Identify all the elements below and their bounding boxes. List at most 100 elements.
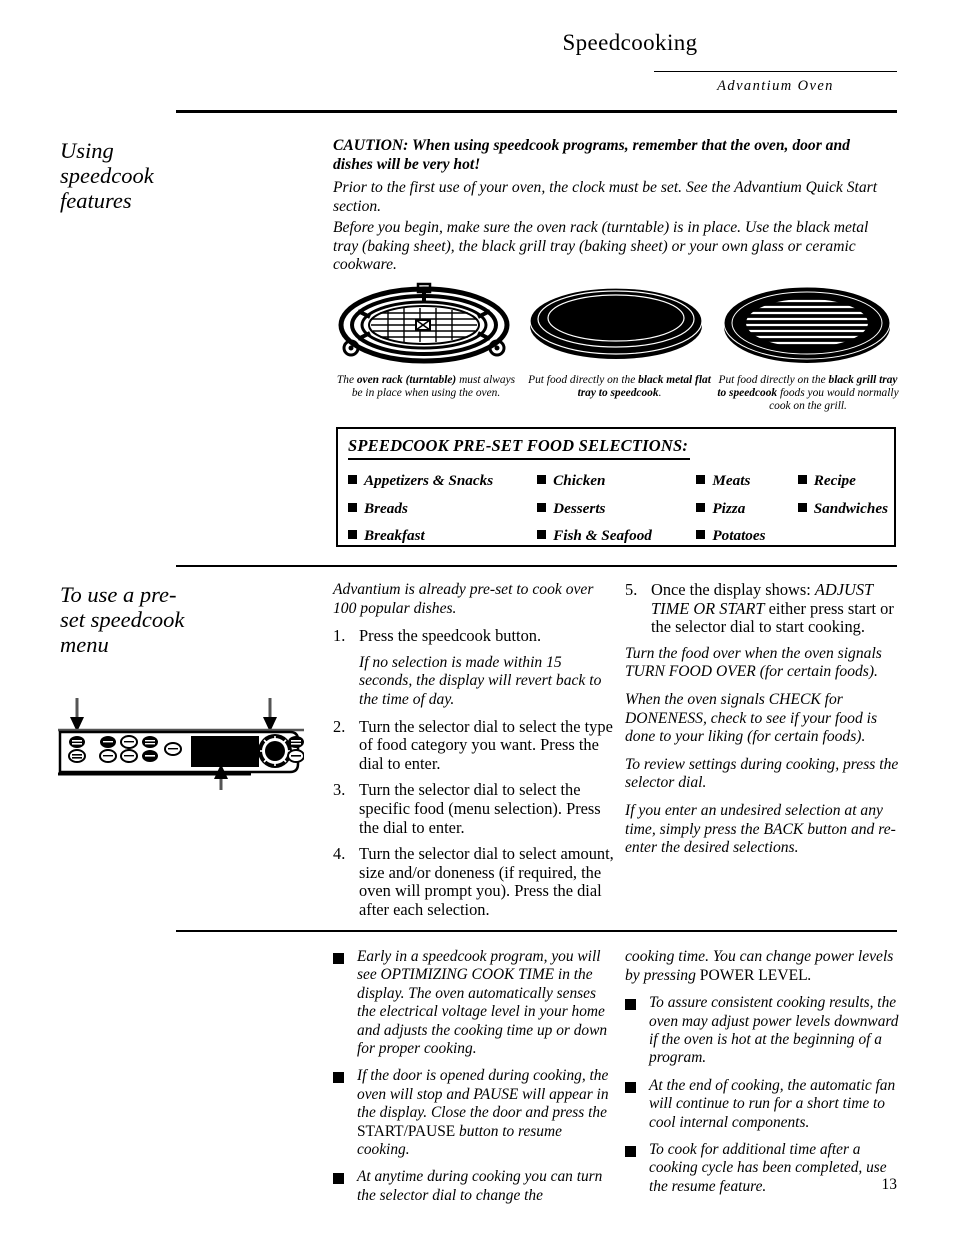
preset-menu-steps-right: 5. Once the display shows: ADJUST TIME OR… bbox=[625, 580, 900, 867]
bullet-text: If the door is opened during cooking, th… bbox=[357, 1067, 609, 1122]
bullet-square-icon bbox=[625, 1146, 636, 1158]
bullet-square-icon bbox=[333, 953, 344, 964]
preset-food-column-2: Chicken Desserts Fish & Seafood bbox=[537, 467, 696, 550]
tip-bullet: If the door is opened during cooking, th… bbox=[333, 1067, 615, 1159]
step-1: 1. Press the speedcook button. bbox=[333, 626, 615, 646]
bullet-emphasis-text: START/PAUSE bbox=[357, 1122, 456, 1140]
bullet-square-icon bbox=[333, 1173, 344, 1185]
product-name: Advantium Oven bbox=[717, 78, 834, 94]
step-4: 4. Turn the selector dial to select amoun… bbox=[333, 844, 615, 919]
preset-food-item: Recipe bbox=[797, 467, 888, 495]
bullet-square-icon bbox=[333, 1072, 344, 1084]
bullet-text: At anytime during cooking you can turn t… bbox=[357, 1168, 603, 1204]
section-heading-to-use-preset-menu: To use a pre-set speedcook menu bbox=[60, 582, 185, 657]
preset-food-label: Pizza bbox=[712, 499, 746, 517]
tip-bullet: At anytime during cooking you can turn t… bbox=[333, 1168, 615, 1205]
preset-food-label: Sandwiches bbox=[813, 499, 888, 517]
preset-menu-steps-left: Advantium is already pre-set to cook ove… bbox=[333, 581, 615, 928]
preset-food-item: Potatoes bbox=[696, 522, 797, 550]
tip-bullet: At the end of cooking, the automatic fan… bbox=[625, 1077, 901, 1132]
preset-food-columns: Appetizers & Snacks Breads Breakfast Chicke… bbox=[348, 467, 888, 550]
preset-food-label: Chicken bbox=[553, 472, 606, 489]
bullet-emphasis-text: POWER LEVEL bbox=[699, 966, 808, 984]
tip-bullet: To cook for additional time after a cook… bbox=[625, 1141, 901, 1196]
bullet-square-icon bbox=[537, 502, 547, 512]
figure-black-grill-tray bbox=[722, 281, 892, 372]
bullet-text: To assure consistent cooking results, th… bbox=[649, 994, 899, 1067]
step-3: 3. Turn the selector dial to select the s… bbox=[333, 781, 615, 837]
step-number: 3. bbox=[333, 780, 346, 800]
preset-food-item: Breads bbox=[348, 495, 537, 523]
start-pause-button-arrow bbox=[263, 698, 277, 732]
oven-rack-turntable-icon bbox=[338, 282, 510, 364]
bullet-square-icon bbox=[696, 502, 706, 512]
section-divider-rule-1 bbox=[176, 565, 897, 567]
figure-caption-black-grill-tray: Put food directly on the black grill tra… bbox=[717, 374, 899, 413]
bullet-square-icon bbox=[625, 999, 636, 1011]
preset-food-item: Breakfast bbox=[348, 522, 537, 550]
bullet-text: Early in a speedcook program, you will s… bbox=[357, 948, 608, 1058]
step-text: Turn the selector dial to select the spe… bbox=[359, 780, 601, 837]
speedcook-button-arrow bbox=[70, 698, 84, 732]
manual-page: Speedcooking Advantium Oven Using speedco… bbox=[0, 0, 954, 1235]
preset-menu-note: If you enter an undesired selection at a… bbox=[625, 801, 896, 857]
bullet-text-tail: . bbox=[807, 966, 812, 984]
tip-bullet: To assure consistent cooking results, th… bbox=[625, 994, 901, 1068]
preset-food-column-4: Recipe Sandwiches bbox=[797, 467, 888, 550]
bullet-square-icon bbox=[797, 475, 807, 484]
step-text: Turn the selector dial to select the typ… bbox=[359, 716, 613, 773]
black-metal-flat-tray-icon bbox=[529, 287, 703, 359]
preset-food-label: Breakfast bbox=[364, 527, 425, 544]
section-divider-rule-2 bbox=[176, 930, 897, 932]
bullet-square-icon bbox=[797, 502, 807, 512]
preset-food-item: Pizza bbox=[696, 495, 797, 523]
step-number: 2. bbox=[333, 716, 346, 736]
step-1-note: If no selection is made within 15 second… bbox=[359, 653, 602, 708]
bullet-square-icon bbox=[696, 530, 706, 539]
step-number: 1. bbox=[333, 626, 346, 646]
preset-food-label: Potatoes bbox=[712, 527, 766, 544]
step-text: Press the speedcook button. bbox=[359, 626, 542, 646]
preset-box-title: SPEEDCOOK PRE-SET FOOD SELECTIONS: bbox=[348, 436, 691, 460]
preset-food-label: Desserts bbox=[553, 499, 606, 517]
preset-food-label: Breads bbox=[364, 499, 408, 517]
bullet-text: To cook for additional time after a cook… bbox=[649, 1141, 887, 1195]
preset-intro-paragraph: Advantium is already pre-set to cook ove… bbox=[333, 581, 594, 617]
step-2: 2. Turn the selector dial to select the t… bbox=[333, 716, 615, 774]
preset-food-item: Fish & Seafood bbox=[537, 522, 696, 550]
preset-menu-note: When the oven signals CHECK for DONENESS… bbox=[625, 690, 878, 746]
caution-text: CAUTION: When using speedcook programs, … bbox=[333, 137, 850, 173]
page-title: Speedcooking bbox=[562, 30, 698, 55]
preset-food-column-3: Meats Pizza Potatoes bbox=[696, 467, 797, 550]
before-you-begin-paragraph: Before you begin, make sure the oven rac… bbox=[333, 219, 869, 274]
bullet-text: At the end of cooking, the automatic fan… bbox=[649, 1076, 896, 1131]
step-text: Turn the selector dial to select amount,… bbox=[359, 844, 614, 919]
preset-food-selections-box: SPEEDCOOK PRE-SET FOOD SELECTIONS: Appet… bbox=[336, 427, 896, 547]
preset-food-column-1: Appetizers & Snacks Breads Breakfast bbox=[348, 467, 537, 550]
tip-bullet: Early in a speedcook program, you will s… bbox=[333, 948, 615, 1058]
preset-food-item: Sandwiches bbox=[797, 495, 888, 523]
header-thin-rule bbox=[654, 71, 897, 72]
black-grill-tray-icon bbox=[723, 286, 891, 363]
figure-caption-black-metal-tray: Put food directly on the black metal fla… bbox=[528, 374, 711, 400]
preset-food-item: Meats bbox=[696, 467, 797, 495]
oven-display bbox=[191, 736, 259, 767]
figure-oven-rack-turntable bbox=[338, 281, 510, 372]
figure-black-metal-flat-tray bbox=[527, 283, 705, 368]
preset-food-label: Appetizers & Snacks bbox=[364, 472, 494, 489]
bullet-square-icon bbox=[696, 475, 706, 484]
selector-dial bbox=[258, 734, 292, 768]
bullet-continuation-text: cooking time. You can change power level… bbox=[625, 948, 901, 985]
step-5: 5. Once the display shows: ADJUST TIME OR… bbox=[625, 580, 894, 637]
bullet-square-icon bbox=[537, 475, 547, 484]
step-5-number: 5. bbox=[625, 580, 638, 599]
bullet-square-icon bbox=[348, 475, 357, 484]
preset-food-label: Recipe bbox=[813, 472, 856, 489]
oven-control-panel-icon bbox=[58, 698, 305, 790]
preset-food-label: Meats bbox=[712, 472, 751, 489]
preset-food-item: Chicken bbox=[537, 467, 696, 495]
bullet-square-icon bbox=[348, 530, 357, 539]
bullet-square-icon bbox=[625, 1081, 636, 1093]
control-panel-diagram bbox=[58, 698, 305, 790]
step-number: 4. bbox=[333, 844, 346, 864]
